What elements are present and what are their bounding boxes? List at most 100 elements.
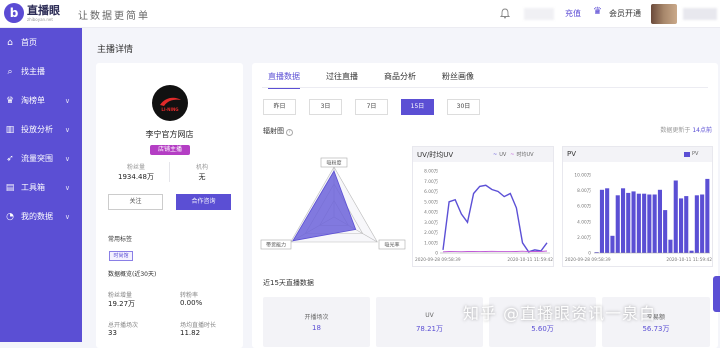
radar-axis-label: 带货能力	[266, 242, 286, 249]
pv-bar	[599, 189, 604, 253]
rocket-icon: ➶	[6, 153, 14, 164]
y-tick-label: 2.00万	[424, 230, 439, 236]
sidebar-item[interactable]: ▤ 工具箱 ∨	[0, 173, 82, 202]
profile-card: LI-NING 李宁官方网店 店铺主播 粉丝量 1934.48万 机构 无 关注…	[96, 63, 243, 348]
overview-value: 19.27万	[108, 300, 136, 308]
y-tick-label: 8.00万	[424, 169, 439, 175]
overview-label: 粉丝增量	[108, 292, 133, 299]
overview-value: 11.82	[180, 329, 201, 337]
overview-value: 33	[108, 329, 117, 337]
org-label: 机构	[195, 164, 208, 171]
follow-button[interactable]: 关注	[108, 194, 163, 210]
pv-bar	[689, 250, 694, 253]
overview-title: 数据概览(近30天)	[108, 271, 157, 278]
summary-value: 18	[312, 324, 321, 332]
blurred-user-info	[524, 8, 554, 20]
pv-chart: PV PV 10.00万 8.00万 6.00万 4.00万 2.00万 0 2020-09…	[562, 146, 713, 267]
y-tick-label: 4.00万	[577, 219, 592, 225]
sidebar-item-label: 投放分析	[21, 125, 53, 134]
y-tick-label: 0	[435, 251, 438, 257]
pv-bar	[642, 193, 647, 253]
member-link[interactable]: 会员开通	[609, 8, 641, 19]
summary-value: 56.73万	[642, 325, 670, 333]
y-tick-label: 4.00万	[424, 210, 439, 216]
y-tick-label: 6.00万	[424, 189, 439, 195]
pie-icon: ◔	[6, 211, 14, 222]
bell-icon[interactable]	[499, 8, 511, 19]
sidebar-item-label: 工具箱	[21, 183, 45, 192]
page-title: 主播详情	[97, 45, 134, 55]
logo-text: 直播眼 zhiboyan.net	[27, 3, 60, 22]
home-icon: ⌂	[7, 37, 13, 48]
uv-plot: 8.00万 7.00万 6.00万 5.00万 4.00万 3.00万 2.00万 1.00万…	[415, 169, 553, 264]
sidebar-item[interactable]: ➶ 流量突围 ∨	[0, 144, 82, 173]
pv-bar	[610, 235, 615, 253]
x-tick-label: 2020-10-11 11:59:42	[507, 257, 553, 263]
pv-bar	[705, 178, 710, 253]
fans-label: 粉丝量	[126, 164, 145, 171]
y-tick-label: 8.00万	[577, 188, 592, 194]
sidebar-item[interactable]: ⌕ 找主播	[0, 57, 82, 86]
x-tick-label: 2020-10-11 11:59:42	[666, 257, 712, 263]
y-tick-label: 5.00万	[424, 199, 439, 205]
avatar[interactable]	[651, 4, 677, 24]
pv-bar	[605, 188, 610, 253]
y-tick-label: 7.00万	[424, 179, 439, 185]
sidebar-item[interactable]: ♛ 淘榜单 ∨	[0, 86, 82, 115]
sidebar-item[interactable]: ▥ 投放分析 ∨	[0, 115, 82, 144]
recharge-link[interactable]: 充值	[565, 8, 581, 19]
consult-button[interactable]: 合作咨询	[176, 194, 231, 210]
sidebar-item[interactable]: ◔ 我的数据 ∨	[0, 202, 82, 231]
summary-label: 开播场次	[304, 314, 329, 321]
tag-chip[interactable]: 时尚馆	[109, 251, 133, 261]
summary-value: 78.21万	[415, 325, 444, 333]
y-tick-label: 2.00万	[577, 235, 592, 241]
sidebar: ⌂ 首页 ⌕ 找主播 ♛ 淘榜单 ∨ ▥ 投放分析 ∨ ➶ 流量突围 ∨ ▤ 工具箱 ∨ ◔ 我的数据 ∨	[0, 28, 82, 342]
y-tick-label: 0	[588, 251, 591, 257]
chevron-down-icon: ∨	[64, 154, 70, 163]
side-panel-handle[interactable]	[713, 276, 720, 312]
summary-value: 5.60万	[531, 325, 554, 333]
org-value: 无	[198, 173, 206, 181]
pv-bar	[673, 180, 678, 253]
chevron-down-icon: ∨	[64, 212, 70, 221]
pv-bar	[647, 194, 652, 253]
top-bar: b 直播眼 zhiboyan.net 让数据更简单 充值 ♛ 会员开通	[0, 0, 720, 28]
logo-mark: b	[4, 3, 24, 23]
brand-name: 直播眼	[27, 3, 60, 17]
trophy-icon: ♛	[5, 95, 15, 106]
logo[interactable]: b 直播眼 zhiboyan.net	[4, 3, 60, 23]
shop-type-badge: 店铺主播	[150, 145, 190, 155]
series-line-uv	[442, 184, 548, 253]
summary-card: 开播场次 18	[263, 297, 370, 347]
pv-bar	[679, 198, 684, 253]
sidebar-item-label: 流量突围	[21, 154, 53, 163]
pv-bar	[657, 189, 662, 253]
pv-bar	[668, 239, 673, 253]
chevron-down-icon: ∨	[64, 183, 70, 192]
search-icon: ⌕	[7, 66, 13, 77]
watermark: 知乎 @直播眼资讯一泉白	[463, 304, 657, 323]
pv-bar	[615, 195, 620, 253]
pv-bar	[694, 195, 699, 253]
x-tick-label: 2020-09-28 09:58:39	[565, 257, 611, 263]
recent-title: 近15天直播数据	[263, 279, 314, 287]
overview-label: 总开播场次	[108, 322, 139, 329]
pv-bar	[663, 210, 668, 253]
pv-bar	[652, 194, 657, 253]
pv-bar	[626, 192, 631, 253]
slogan: 让数据更简单	[78, 11, 150, 22]
overview-value: 0.00%	[180, 299, 203, 307]
crown-icon: ♛	[593, 6, 602, 17]
radar-area	[292, 170, 357, 242]
shop-logo: LI-NING	[152, 85, 188, 121]
x-tick-label: 2020-09-28 09:58:39	[415, 257, 461, 263]
series-line-avg-uv	[442, 250, 548, 253]
fans-value: 1934.48万	[118, 173, 154, 181]
pv-bar	[621, 188, 626, 253]
y-tick-label: 3.00万	[424, 220, 439, 226]
pv-plot: 10.00万 8.00万 6.00万 4.00万 2.00万 02020-09-28 09…	[565, 173, 712, 264]
sidebar-item-label: 首页	[21, 38, 37, 47]
sidebar-item[interactable]: ⌂ 首页	[0, 28, 82, 57]
pv-bar	[631, 191, 636, 253]
